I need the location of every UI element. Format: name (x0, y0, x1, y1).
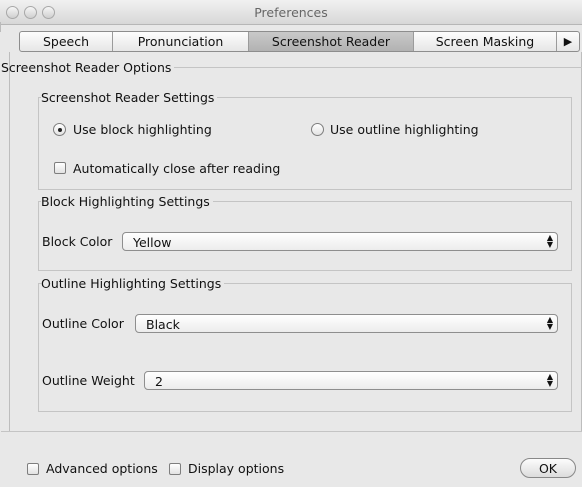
title-bar: Preferences (0, 0, 582, 25)
select-arrows-icon: ▲ ▼ (546, 315, 553, 331)
window-edge (0, 22, 1, 32)
tab-scroll-right-icon[interactable]: ▶ (557, 32, 579, 51)
tab-screenshot-reader[interactable]: Screenshot Reader (249, 32, 414, 51)
ok-button[interactable]: OK (520, 458, 576, 478)
display-options-label: Display options (188, 461, 285, 476)
outline-color-label: Outline Color (42, 316, 124, 331)
reader-settings-title: Screenshot Reader Settings (41, 90, 215, 105)
advanced-options-label: Advanced options (46, 461, 158, 476)
outline-weight-select[interactable]: 2 ▲ ▼ (144, 371, 558, 390)
outline-highlighting-label: Use outline highlighting (330, 122, 479, 137)
outline-weight-value: 2 (155, 374, 163, 389)
block-color-label: Block Color (42, 234, 113, 249)
select-arrows-icon: ▲ ▼ (546, 233, 553, 249)
tab-bar: Speech Pronunciation Screenshot Reader S… (19, 31, 580, 52)
tab-screen-masking[interactable]: Screen Masking (414, 32, 557, 51)
radio-selected-dot (57, 127, 62, 132)
outline-weight-label: Outline Weight (42, 373, 135, 388)
outline-highlighting-radio[interactable] (311, 123, 324, 136)
tab-pronunciation[interactable]: Pronunciation (113, 32, 249, 51)
block-color-select[interactable]: Yellow ▲ ▼ (122, 232, 558, 251)
auto-close-checkbox[interactable] (54, 162, 66, 174)
block-highlighting-label: Use block highlighting (73, 122, 212, 137)
outline-settings-title: Outline Highlighting Settings (41, 276, 222, 291)
block-highlighting-radio[interactable] (53, 123, 66, 136)
select-arrows-icon: ▲ ▼ (546, 372, 553, 388)
outline-settings-group: Outline Highlighting Settings (38, 276, 572, 412)
outline-color-select[interactable]: Black ▲ ▼ (135, 314, 558, 333)
tab-content-panel: Screenshot Reader Options Screenshot Rea… (1, 52, 582, 432)
advanced-options-checkbox[interactable] (27, 463, 39, 475)
options-group-title: Screenshot Reader Options (1, 60, 172, 75)
display-options-checkbox[interactable] (169, 463, 181, 475)
outline-color-value: Black (146, 317, 180, 332)
window-title: Preferences (254, 5, 328, 20)
auto-close-label: Automatically close after reading (73, 161, 281, 176)
tab-speech[interactable]: Speech (20, 32, 113, 51)
block-color-value: Yellow (133, 235, 172, 250)
block-settings-title: Block Highlighting Settings (41, 194, 210, 209)
